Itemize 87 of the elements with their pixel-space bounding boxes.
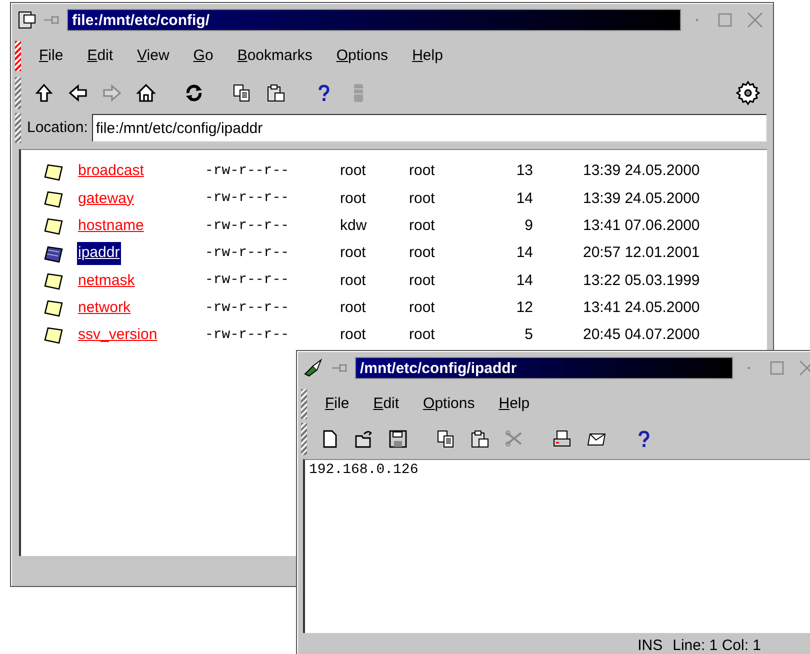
- owner-text: root: [340, 188, 367, 209]
- group-text: root: [409, 188, 436, 209]
- file-link[interactable]: gateway: [77, 188, 135, 210]
- grip-handle[interactable]: [15, 41, 21, 71]
- group-text: root: [409, 298, 436, 318]
- date-text: 13:41 24.05.2000: [582, 298, 701, 318]
- group-text: root: [409, 161, 436, 182]
- file-link[interactable]: network: [77, 296, 132, 320]
- minimize-icon: [695, 18, 699, 22]
- copy-icon: [436, 429, 456, 449]
- file-link[interactable]: broadcast: [77, 160, 145, 183]
- date-text: 20:45 04.07.2000: [582, 325, 701, 346]
- permissions-text: -rw-r--r--: [205, 244, 290, 264]
- menu-item[interactable]: View: [125, 44, 182, 68]
- home-icon: [136, 83, 156, 103]
- menu-item[interactable]: Help: [400, 44, 455, 68]
- pin-icon: [331, 362, 349, 374]
- file-link[interactable]: ipaddr: [77, 242, 121, 265]
- text-editor-area[interactable]: 192.168.0.126: [303, 459, 810, 633]
- size-text: 13: [515, 161, 533, 182]
- permissions-text: -rw-r--r--: [205, 326, 290, 345]
- owner-text: kdw: [340, 216, 368, 236]
- size-text: 14: [515, 188, 533, 209]
- status-text: INS: [638, 636, 663, 654]
- grip-handle[interactable]: [15, 77, 21, 109]
- window-title: /mnt/etc/config/ipaddr: [355, 357, 733, 379]
- right-arrow-icon: [102, 83, 122, 103]
- menu-item[interactable]: Options: [324, 44, 400, 68]
- size-text: 12: [515, 298, 533, 318]
- group-text: root: [409, 270, 436, 291]
- permissions-text: -rw-r--r--: [205, 162, 290, 182]
- size-text: 5: [524, 325, 533, 346]
- menu-item[interactable]: Edit: [75, 44, 126, 68]
- copy-icon: [232, 83, 252, 103]
- permissions-text: -rw-r--r--: [205, 216, 290, 236]
- file-link[interactable]: hostname: [77, 214, 145, 238]
- printer-icon: [552, 429, 572, 449]
- window-title: file:/mnt/etc/config/: [67, 9, 681, 31]
- permissions-text: -rw-r--r--: [205, 298, 290, 318]
- pin-icon: [43, 14, 61, 26]
- clipboard-icon: [266, 83, 286, 103]
- menu-item[interactable]: File: [27, 44, 76, 68]
- date-text: 13:41 07.06.2000: [582, 216, 701, 236]
- date-text: 13:22 05.03.1999: [582, 270, 701, 291]
- size-text: 14: [515, 270, 533, 291]
- file-manager-icon: [17, 10, 37, 30]
- minimize-icon: [747, 366, 751, 370]
- permissions-text: -rw-r--r--: [205, 271, 290, 290]
- menu-item[interactable]: Help: [486, 392, 542, 416]
- file-link[interactable]: ssv_version: [77, 324, 158, 347]
- grip-handle[interactable]: [301, 423, 307, 455]
- clipboard-icon: [470, 429, 490, 449]
- date-text: 13:39 24.05.2000: [582, 188, 701, 209]
- maximize-icon: [718, 13, 732, 27]
- reload-icon: [184, 83, 204, 103]
- scissors-icon: [504, 429, 524, 449]
- close-icon: [747, 12, 763, 28]
- up-arrow-icon: [34, 83, 54, 103]
- location-label: Location:: [27, 118, 88, 138]
- file-link[interactable]: netmask: [77, 270, 136, 292]
- grip-handle[interactable]: [301, 389, 307, 419]
- menu-item[interactable]: Options: [411, 392, 487, 416]
- pen-icon: [303, 358, 325, 378]
- settings-icon: [734, 79, 762, 107]
- owner-text: root: [340, 298, 367, 318]
- menu-item[interactable]: File: [313, 392, 362, 416]
- date-text: 20:57 12.01.2001: [582, 243, 701, 264]
- size-text: 9: [524, 216, 533, 236]
- left-arrow-icon: [68, 83, 88, 103]
- grip-handle[interactable]: [15, 113, 21, 143]
- permissions-text: -rw-r--r--: [205, 189, 290, 208]
- group-text: root: [409, 325, 436, 346]
- owner-text: root: [340, 161, 367, 182]
- menu-item[interactable]: Edit: [361, 392, 412, 416]
- owner-text: root: [340, 325, 367, 346]
- maximize-icon: [770, 361, 784, 375]
- menu-item[interactable]: Bookmarks: [225, 44, 324, 68]
- size-text: 14: [515, 243, 533, 264]
- folder-icon: [354, 429, 374, 449]
- group-text: root: [409, 216, 436, 236]
- owner-text: root: [340, 243, 367, 264]
- date-text: 13:39 24.05.2000: [582, 161, 701, 182]
- menu-item[interactable]: Go: [181, 44, 226, 68]
- status-text: Line: 1 Col: 1: [672, 636, 761, 654]
- group-text: root: [409, 243, 436, 264]
- location-field[interactable]: file:/mnt/etc/config/ipaddr: [92, 114, 767, 142]
- owner-text: root: [340, 270, 367, 291]
